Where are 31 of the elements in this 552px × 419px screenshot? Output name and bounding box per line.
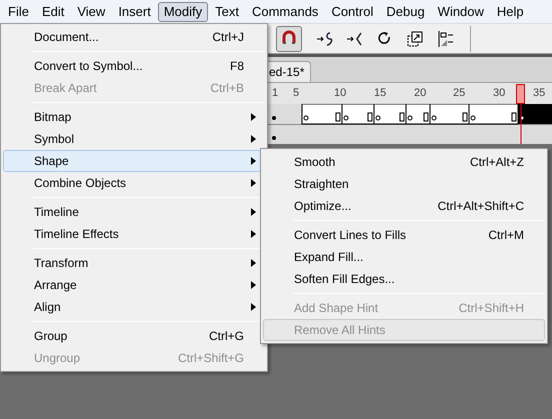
- frame-number: 5: [293, 86, 300, 101]
- menu-item[interactable]: Soften Fill Edges...: [263, 268, 545, 290]
- submenu-arrow-icon: [251, 113, 256, 121]
- frame-number: 1: [272, 86, 278, 101]
- menu-bar-item[interactable]: Modify: [158, 2, 208, 22]
- menu-bar-item[interactable]: Edit: [36, 2, 70, 22]
- magnet-icon[interactable]: [276, 26, 302, 52]
- frame-number: 10: [334, 86, 346, 101]
- menu-item[interactable]: Convert to Symbol... F8: [3, 55, 265, 77]
- menu-item[interactable]: Expand Fill...: [263, 246, 545, 268]
- menu-bar-item[interactable]: Window: [432, 2, 490, 22]
- menu-bar-item[interactable]: View: [71, 2, 112, 22]
- menu-item[interactable]: Convert Lines to Fills Ctrl+M: [263, 224, 545, 246]
- menu-bar-item[interactable]: Control: [325, 2, 380, 22]
- menu-item[interactable]: Optimize... Ctrl+Alt+Shift+C: [263, 195, 545, 217]
- frame-number: 30: [493, 86, 506, 101]
- menu-bar-item[interactable]: Debug: [380, 2, 431, 22]
- menu-bar-item[interactable]: File: [2, 2, 35, 22]
- menu-bar-item[interactable]: Help: [490, 2, 530, 22]
- frame-number: 25: [453, 86, 466, 101]
- menu-item[interactable]: Smooth Ctrl+Alt+Z: [263, 151, 545, 173]
- menu-bar-item[interactable]: Text: [209, 2, 245, 22]
- playhead[interactable]: [516, 84, 525, 104]
- menu-bar-item[interactable]: Insert: [112, 2, 157, 22]
- menu-bar-item[interactable]: Commands: [246, 2, 324, 22]
- menu-item[interactable]: Symbol: [3, 128, 265, 150]
- menu-item[interactable]: Straighten: [263, 173, 545, 195]
- frame-number: 35: [533, 86, 546, 101]
- frame-number: 15: [374, 86, 386, 101]
- frame-number: 20: [414, 86, 426, 101]
- submenu-arrow-icon: [251, 135, 256, 143]
